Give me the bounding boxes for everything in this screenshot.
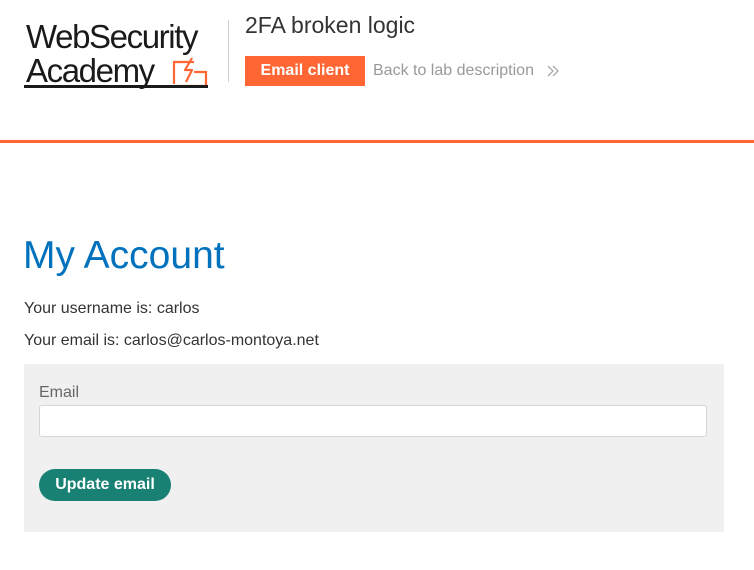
header-accent-rule: [0, 140, 754, 143]
update-email-button[interactable]: Update email: [39, 469, 171, 501]
web-security-academy-logo[interactable]: WebSecurity Academy: [24, 19, 229, 91]
logo-underline: [24, 85, 208, 88]
header-divider: [228, 20, 229, 82]
back-link-label: Back to lab description: [373, 62, 534, 79]
back-to-lab-description-link[interactable]: Back to lab description: [373, 58, 560, 84]
page-header: WebSecurity Academy 2FA broken logic Ema…: [0, 0, 754, 143]
page-title: My Account: [23, 234, 225, 277]
logo-text-line1: WebSecurity: [26, 18, 198, 55]
change-email-form: Email Update email: [24, 364, 724, 532]
double-chevron-right-icon: [547, 65, 560, 77]
logo-text-line2: Academy: [26, 52, 155, 89]
email-client-button[interactable]: Email client: [245, 56, 365, 86]
username-text: Your username is: carlos: [24, 300, 200, 317]
email-field-label: Email: [39, 384, 80, 401]
email-input[interactable]: [39, 405, 707, 437]
lab-title: 2FA broken logic: [245, 12, 416, 38]
email-text: Your email is: carlos@carlos-montoya.net: [24, 332, 319, 349]
